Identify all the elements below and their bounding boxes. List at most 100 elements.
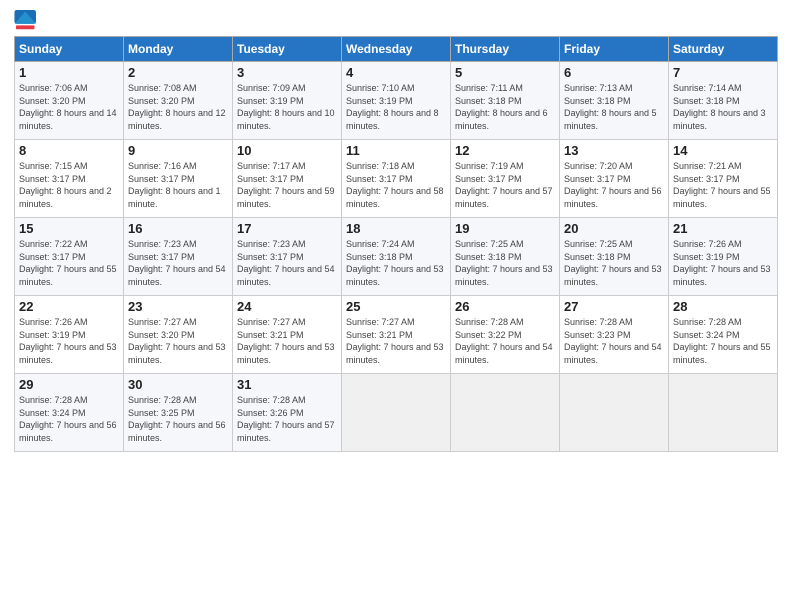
logo-icon [14, 10, 38, 30]
day-detail: Sunrise: 7:16 AMSunset: 3:17 PMDaylight:… [128, 161, 221, 209]
day-detail: Sunrise: 7:28 AMSunset: 3:23 PMDaylight:… [564, 317, 662, 365]
calendar-cell [451, 374, 560, 452]
day-detail: Sunrise: 7:28 AMSunset: 3:26 PMDaylight:… [237, 395, 335, 443]
calendar-cell: 5Sunrise: 7:11 AMSunset: 3:18 PMDaylight… [451, 62, 560, 140]
calendar-cell: 30 Sunrise: 7:28 AMSunset: 3:25 PMDayligh… [124, 374, 233, 452]
calendar-cell: 22 Sunrise: 7:26 AMSunset: 3:19 PMDayligh… [15, 296, 124, 374]
day-detail: Sunrise: 7:19 AMSunset: 3:17 PMDaylight:… [455, 161, 553, 209]
day-number: 1 [19, 65, 119, 80]
calendar-cell: 24Sunrise: 7:27 AMSunset: 3:21 PMDayligh… [233, 296, 342, 374]
day-detail: Sunrise: 7:26 AMSunset: 3:19 PMDaylight:… [19, 317, 117, 365]
day-detail: Sunrise: 7:28 AMSunset: 3:24 PMDaylight:… [673, 317, 771, 365]
weekday-saturday: Saturday [669, 37, 778, 62]
calendar-cell: 2 Sunrise: 7:08 AMSunset: 3:20 PMDaylight… [124, 62, 233, 140]
day-number: 21 [673, 221, 773, 236]
calendar-cell: 7 Sunrise: 7:14 AMSunset: 3:18 PMDaylight… [669, 62, 778, 140]
day-number: 31 [237, 377, 337, 392]
calendar-cell: 31 Sunrise: 7:28 AMSunset: 3:26 PMDayligh… [233, 374, 342, 452]
calendar-cell: 28 Sunrise: 7:28 AMSunset: 3:24 PMDayligh… [669, 296, 778, 374]
day-detail: Sunrise: 7:17 AMSunset: 3:17 PMDaylight:… [237, 161, 335, 209]
day-number: 13 [564, 143, 664, 158]
day-number: 11 [346, 143, 446, 158]
day-detail: Sunrise: 7:21 AMSunset: 3:17 PMDaylight:… [673, 161, 771, 209]
day-detail: Sunrise: 7:25 AMSunset: 3:18 PMDaylight:… [455, 239, 553, 287]
day-number: 5 [455, 65, 555, 80]
day-number: 4 [346, 65, 446, 80]
calendar-cell: 29 Sunrise: 7:28 AMSunset: 3:24 PMDayligh… [15, 374, 124, 452]
week-row-2: 8Sunrise: 7:15 AMSunset: 3:17 PMDaylight… [15, 140, 778, 218]
day-detail: Sunrise: 7:28 AMSunset: 3:25 PMDaylight:… [128, 395, 226, 443]
day-detail: Sunrise: 7:15 AMSunset: 3:17 PMDaylight:… [19, 161, 112, 209]
day-detail: Sunrise: 7:26 AMSunset: 3:19 PMDaylight:… [673, 239, 771, 287]
day-number: 29 [19, 377, 119, 392]
calendar-cell: 13 Sunrise: 7:20 AMSunset: 3:17 PMDayligh… [560, 140, 669, 218]
day-detail: Sunrise: 7:20 AMSunset: 3:17 PMDaylight:… [564, 161, 662, 209]
day-number: 28 [673, 299, 773, 314]
week-row-3: 15 Sunrise: 7:22 AMSunset: 3:17 PMDayligh… [15, 218, 778, 296]
calendar-cell: 8Sunrise: 7:15 AMSunset: 3:17 PMDaylight… [15, 140, 124, 218]
day-number: 3 [237, 65, 337, 80]
calendar-table: SundayMondayTuesdayWednesdayThursdayFrid… [14, 36, 778, 452]
calendar-cell: 20 Sunrise: 7:25 AMSunset: 3:18 PMDayligh… [560, 218, 669, 296]
day-detail: Sunrise: 7:24 AMSunset: 3:18 PMDaylight:… [346, 239, 444, 287]
day-detail: Sunrise: 7:27 AMSunset: 3:21 PMDaylight:… [237, 317, 335, 365]
day-detail: Sunrise: 7:27 AMSunset: 3:21 PMDaylight:… [346, 317, 444, 365]
day-number: 25 [346, 299, 446, 314]
day-detail: Sunrise: 7:28 AMSunset: 3:24 PMDaylight:… [19, 395, 117, 443]
weekday-friday: Friday [560, 37, 669, 62]
calendar-cell: 14 Sunrise: 7:21 AMSunset: 3:17 PMDayligh… [669, 140, 778, 218]
day-detail: Sunrise: 7:27 AMSunset: 3:20 PMDaylight:… [128, 317, 226, 365]
calendar-cell: 10 Sunrise: 7:17 AMSunset: 3:17 PMDayligh… [233, 140, 342, 218]
day-detail: Sunrise: 7:09 AMSunset: 3:19 PMDaylight:… [237, 83, 335, 131]
day-detail: Sunrise: 7:28 AMSunset: 3:22 PMDaylight:… [455, 317, 553, 365]
calendar-cell: 11 Sunrise: 7:18 AMSunset: 3:17 PMDayligh… [342, 140, 451, 218]
day-number: 19 [455, 221, 555, 236]
week-row-5: 29 Sunrise: 7:28 AMSunset: 3:24 PMDayligh… [15, 374, 778, 452]
day-number: 10 [237, 143, 337, 158]
calendar-cell [560, 374, 669, 452]
day-number: 18 [346, 221, 446, 236]
calendar-cell: 16 Sunrise: 7:23 AMSunset: 3:17 PMDayligh… [124, 218, 233, 296]
day-detail: Sunrise: 7:25 AMSunset: 3:18 PMDaylight:… [564, 239, 662, 287]
calendar-cell: 1 Sunrise: 7:06 AMSunset: 3:20 PMDaylight… [15, 62, 124, 140]
calendar-cell: 4Sunrise: 7:10 AMSunset: 3:19 PMDaylight… [342, 62, 451, 140]
day-detail: Sunrise: 7:08 AMSunset: 3:20 PMDaylight:… [128, 83, 226, 131]
calendar-cell: 27Sunrise: 7:28 AMSunset: 3:23 PMDayligh… [560, 296, 669, 374]
calendar-cell: 9Sunrise: 7:16 AMSunset: 3:17 PMDaylight… [124, 140, 233, 218]
calendar-cell: 19 Sunrise: 7:25 AMSunset: 3:18 PMDayligh… [451, 218, 560, 296]
weekday-header-row: SundayMondayTuesdayWednesdayThursdayFrid… [15, 37, 778, 62]
weekday-tuesday: Tuesday [233, 37, 342, 62]
main-container: SundayMondayTuesdayWednesdayThursdayFrid… [0, 0, 792, 462]
calendar-cell: 12 Sunrise: 7:19 AMSunset: 3:17 PMDayligh… [451, 140, 560, 218]
calendar-cell: 15 Sunrise: 7:22 AMSunset: 3:17 PMDayligh… [15, 218, 124, 296]
calendar-cell [342, 374, 451, 452]
day-detail: Sunrise: 7:23 AMSunset: 3:17 PMDaylight:… [128, 239, 226, 287]
logo [14, 10, 42, 30]
calendar-cell: 21 Sunrise: 7:26 AMSunset: 3:19 PMDayligh… [669, 218, 778, 296]
day-detail: Sunrise: 7:06 AMSunset: 3:20 PMDaylight:… [19, 83, 117, 131]
day-detail: Sunrise: 7:14 AMSunset: 3:18 PMDaylight:… [673, 83, 766, 131]
day-number: 23 [128, 299, 228, 314]
weekday-wednesday: Wednesday [342, 37, 451, 62]
day-number: 22 [19, 299, 119, 314]
day-number: 16 [128, 221, 228, 236]
calendar-cell: 6Sunrise: 7:13 AMSunset: 3:18 PMDaylight… [560, 62, 669, 140]
day-detail: Sunrise: 7:23 AMSunset: 3:17 PMDaylight:… [237, 239, 335, 287]
weekday-monday: Monday [124, 37, 233, 62]
week-row-1: 1 Sunrise: 7:06 AMSunset: 3:20 PMDaylight… [15, 62, 778, 140]
day-number: 12 [455, 143, 555, 158]
calendar-cell: 25 Sunrise: 7:27 AMSunset: 3:21 PMDayligh… [342, 296, 451, 374]
calendar-cell: 23 Sunrise: 7:27 AMSunset: 3:20 PMDayligh… [124, 296, 233, 374]
day-number: 7 [673, 65, 773, 80]
day-number: 6 [564, 65, 664, 80]
calendar-cell [669, 374, 778, 452]
day-number: 15 [19, 221, 119, 236]
day-detail: Sunrise: 7:22 AMSunset: 3:17 PMDaylight:… [19, 239, 117, 287]
day-number: 26 [455, 299, 555, 314]
day-number: 2 [128, 65, 228, 80]
day-number: 30 [128, 377, 228, 392]
day-number: 20 [564, 221, 664, 236]
day-detail: Sunrise: 7:18 AMSunset: 3:17 PMDaylight:… [346, 161, 444, 209]
day-number: 14 [673, 143, 773, 158]
calendar-cell: 3 Sunrise: 7:09 AMSunset: 3:19 PMDaylight… [233, 62, 342, 140]
